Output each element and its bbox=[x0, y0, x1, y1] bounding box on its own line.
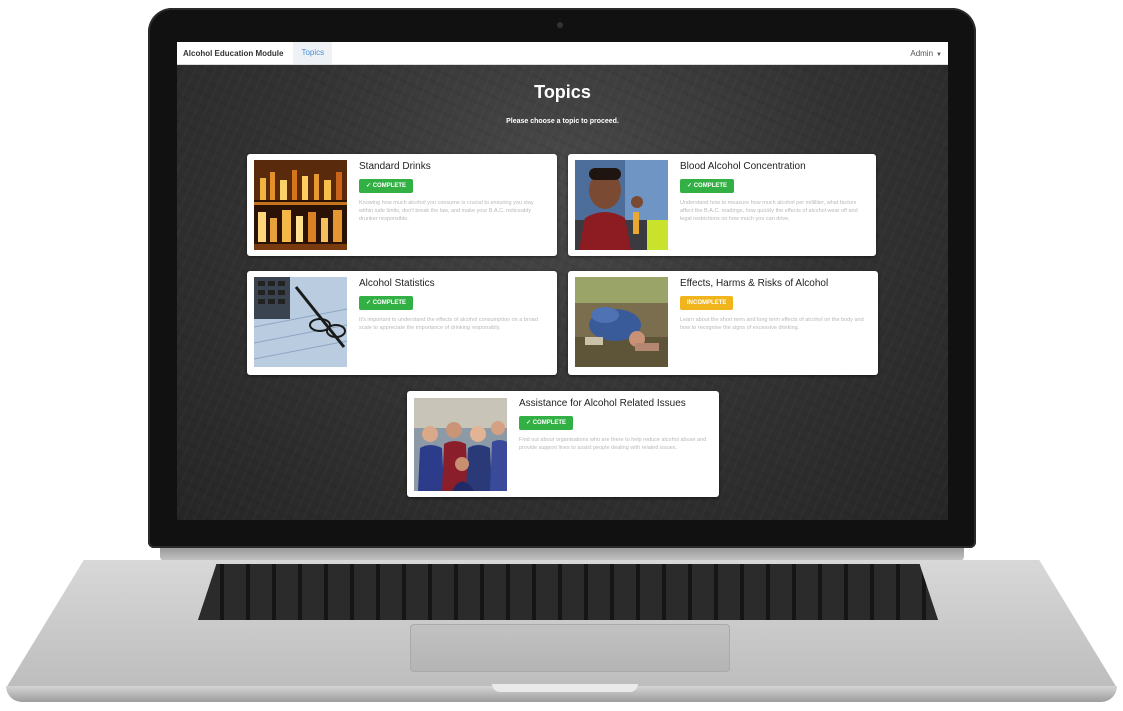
topic-description: It's important to understand the effects… bbox=[359, 317, 538, 331]
main-content: Topics Please choose a topic to proceed. bbox=[177, 64, 948, 520]
topic-image bbox=[254, 160, 347, 250]
status-badge: INCOMPLETE bbox=[680, 296, 734, 310]
status-badge: ✓ COMPLETE bbox=[519, 416, 574, 430]
top-navbar: Alcohol Education Module Topics Admin ▼ bbox=[177, 42, 948, 65]
laptop-keyboard bbox=[198, 564, 938, 620]
topic-title: Assistance for Alcohol Related Issues bbox=[519, 398, 686, 409]
topic-description: Understand how to measure how much alcoh… bbox=[680, 200, 858, 222]
nav-link-topics[interactable]: Topics bbox=[293, 42, 333, 64]
topic-description: Knowing how much alcohol you consume is … bbox=[359, 200, 534, 222]
topic-title: Effects, Harms & Risks of Alcohol bbox=[680, 278, 829, 289]
camera bbox=[557, 22, 563, 28]
topic-title: Blood Alcohol Concentration bbox=[680, 161, 806, 172]
topic-description: Find out about organisations who are the… bbox=[519, 437, 707, 451]
topic-image bbox=[414, 398, 507, 491]
topic-card-alcohol-statistics[interactable]: Alcohol Statistics ✓ COMPLETE It's impor… bbox=[247, 271, 557, 375]
laptop-trackpad bbox=[410, 624, 730, 672]
topic-card-assistance[interactable]: Assistance for Alcohol Related Issues ✓ … bbox=[407, 391, 719, 497]
laptop-lid-notch bbox=[492, 684, 638, 692]
topic-description: Learn about the short term and long term… bbox=[680, 317, 864, 331]
status-badge: ✓ COMPLETE bbox=[680, 179, 735, 193]
caret-down-icon: ▼ bbox=[936, 51, 942, 58]
topic-card-blood-alcohol-concentration[interactable]: Blood Alcohol Concentration ✓ COMPLETE U… bbox=[568, 154, 876, 256]
topic-title: Alcohol Statistics bbox=[359, 278, 435, 289]
laptop-hinge bbox=[160, 548, 964, 562]
brand-link[interactable]: Alcohol Education Module bbox=[177, 49, 293, 58]
topic-image bbox=[575, 277, 668, 367]
laptop-lid: Alcohol Education Module Topics Admin ▼ T… bbox=[148, 8, 976, 548]
page-subtitle: Please choose a topic to proceed. bbox=[506, 118, 619, 125]
topic-image bbox=[575, 160, 668, 250]
user-menu[interactable]: Admin ▼ bbox=[910, 49, 948, 58]
page-title: Topics bbox=[534, 82, 591, 102]
user-menu-label: Admin bbox=[910, 48, 934, 58]
status-badge: ✓ COMPLETE bbox=[359, 179, 414, 193]
topic-card-effects-harms-risks[interactable]: Effects, Harms & Risks of Alcohol INCOMP… bbox=[568, 271, 878, 375]
topic-image bbox=[254, 277, 347, 367]
status-badge: ✓ COMPLETE bbox=[359, 296, 414, 310]
topic-title: Standard Drinks bbox=[359, 161, 431, 172]
laptop-screen: Alcohol Education Module Topics Admin ▼ T… bbox=[177, 42, 948, 520]
topic-card-standard-drinks[interactable]: Standard Drinks ✓ COMPLETE Knowing how m… bbox=[247, 154, 557, 256]
